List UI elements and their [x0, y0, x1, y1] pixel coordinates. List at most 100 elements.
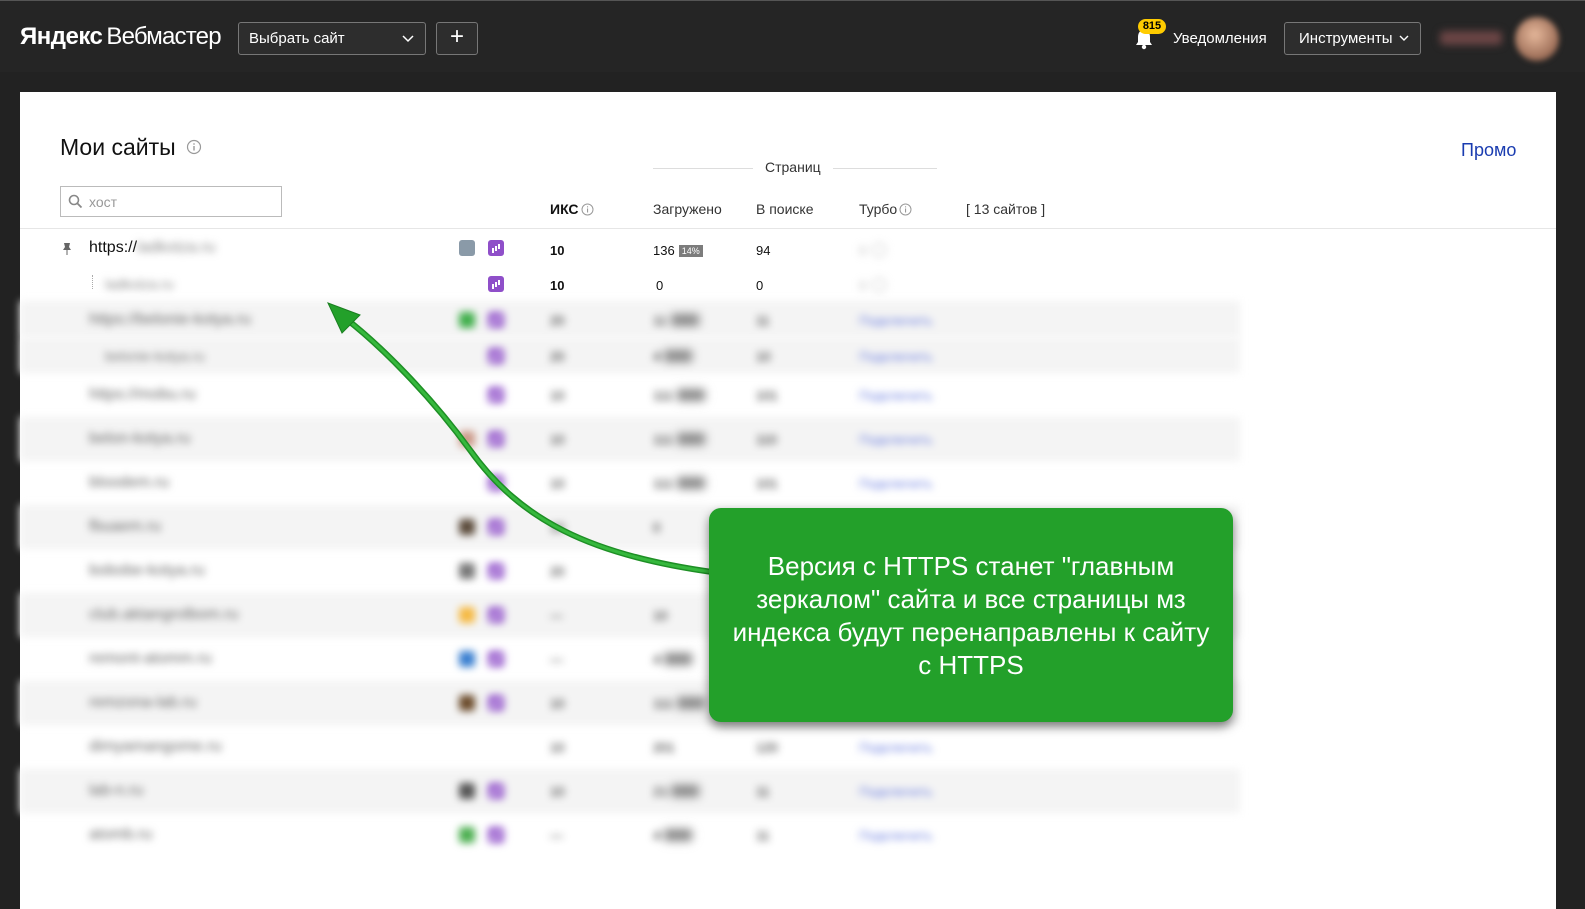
loaded-number: 21 — [653, 784, 668, 799]
avatar[interactable] — [1515, 17, 1559, 61]
favicon — [459, 519, 475, 535]
in-search-value: 10 — [756, 349, 771, 364]
favicon — [459, 783, 475, 799]
turbo-connect-link[interactable]: Подключить — [859, 313, 933, 328]
pin-icon[interactable] — [62, 242, 72, 256]
site-host[interactable]: dimyamangome.ru — [89, 738, 222, 756]
yandex-webmaster-logo[interactable]: Яндекс Вебмастер — [20, 23, 222, 51]
iks-value: 10 — [550, 476, 565, 491]
site-host[interactable]: https://mobu.ru — [89, 386, 196, 404]
metrika-icon[interactable] — [488, 240, 504, 256]
metrika-icon[interactable] — [488, 783, 504, 799]
in-search-value: 101 — [756, 476, 778, 491]
info-icon[interactable] — [581, 203, 594, 216]
turbo-connect-link[interactable]: Подключить — [859, 349, 933, 364]
loaded-bar — [664, 350, 693, 362]
iks-value: 20 — [550, 313, 565, 328]
loaded-number: 11 — [653, 313, 667, 328]
table-row[interactable]: ladkotza.ru 10 0 0 0 — [20, 265, 1240, 301]
host-search-field[interactable] — [60, 186, 282, 217]
tools-label: Инструменты — [1299, 30, 1393, 47]
tools-dropdown[interactable]: Инструменты — [1284, 22, 1421, 55]
metrika-icon[interactable] — [488, 695, 504, 711]
table-row[interactable]: atomb.ru — 4 11 Подключить — [20, 813, 1240, 857]
table-row[interactable]: bloodem.ru 10 111 101 Подключить — [20, 461, 1240, 505]
loaded-bar — [676, 389, 705, 401]
metrika-icon[interactable] — [488, 387, 504, 403]
site-host[interactable]: ladkotza.ru — [105, 276, 173, 292]
turbo-connect-link[interactable]: Подключить — [859, 740, 933, 755]
metrika-icon[interactable] — [488, 563, 504, 579]
site-host[interactable]: bobobe-kotya.ru — [89, 562, 205, 580]
metrika-icon[interactable] — [488, 312, 504, 328]
turbo-connect-link[interactable]: Подключить — [859, 388, 933, 403]
sites-count: [ 13 сайтов ] — [966, 201, 1046, 217]
metrika-icon[interactable] — [488, 651, 504, 667]
favicon — [459, 312, 475, 328]
turbo-connect-link[interactable]: Подключить — [859, 828, 933, 843]
host-protocol: https:// — [89, 239, 138, 256]
notifications-link[interactable]: Уведомления — [1173, 30, 1267, 47]
col-turbo[interactable]: Турбо — [859, 201, 912, 217]
loaded-bar — [671, 785, 700, 797]
info-icon[interactable] — [899, 203, 912, 216]
loaded-value: 136 14% — [653, 243, 703, 258]
metrika-icon[interactable] — [488, 827, 504, 843]
site-host[interactable]: fbuaem.ru — [89, 518, 161, 536]
info-icon[interactable] — [186, 139, 202, 155]
site-host[interactable]: https://ladkotza.ru — [89, 239, 215, 257]
host-search-input[interactable] — [89, 192, 274, 212]
add-site-button[interactable]: + — [436, 22, 478, 55]
table-row[interactable]: https://ladkotza.ru 10 136 14% 94 0 — [20, 229, 1240, 265]
table-row[interactable]: dimyamangome.ru 10 201 120 Подключить — [20, 725, 1240, 769]
site-host[interactable]: belonie-kotya.ru — [105, 348, 205, 364]
table-row[interactable]: belonie-kotya.ru 20 4 10 Подключить — [20, 337, 1240, 373]
turbo-connect-link[interactable]: Подключить — [859, 432, 933, 447]
webmaster-tools-icon[interactable] — [459, 240, 475, 256]
site-host[interactable]: bloodem.ru — [89, 474, 169, 492]
metrika-icon[interactable] — [488, 276, 504, 292]
table-row[interactable]: https://mobu.ru 10 111 101 Подключить — [20, 373, 1240, 417]
loaded-number: 4 — [653, 652, 661, 667]
favicon — [459, 431, 475, 447]
chevron-down-icon — [1399, 35, 1409, 41]
loaded-number: 4 — [653, 828, 661, 843]
turbo-connect-link[interactable]: Подключить — [859, 476, 933, 491]
in-search-value: 11 — [756, 313, 770, 328]
loaded-value: 0 — [656, 278, 664, 293]
iks-value: — — [550, 652, 563, 667]
table-row[interactable]: https://belonie-kotya.ru 20 11 11 Подклю… — [20, 301, 1240, 337]
iks-value: 10 — [550, 740, 565, 755]
turbo-value: 0 — [859, 243, 867, 258]
user-icon — [872, 278, 887, 292]
promo-link[interactable]: Промо — [1461, 140, 1516, 161]
table-row[interactable]: belon-kotya.ru 10 111 110 Подключить — [20, 417, 1240, 461]
loaded-value: 111 — [653, 388, 705, 403]
site-host[interactable]: belon-kotya.ru — [89, 430, 190, 448]
site-host[interactable]: atomb.ru — [89, 826, 152, 844]
col-loaded[interactable]: Загружено — [653, 201, 722, 217]
site-host[interactable]: lab-n.ru — [89, 782, 143, 800]
user-login-blurred[interactable] — [1440, 31, 1502, 45]
in-search-value: 11 — [756, 784, 770, 799]
loaded-value: 4 — [653, 349, 693, 364]
site-host[interactable]: remzona-lab.ru — [89, 694, 197, 712]
turbo-connect-link[interactable]: Подключить — [859, 784, 933, 799]
metrika-icon[interactable] — [488, 348, 504, 364]
chevron-down-icon — [402, 35, 414, 43]
table-row[interactable]: lab-n.ru 10 21 11 Подключить — [20, 769, 1240, 813]
col-in-search[interactable]: В поиске — [756, 201, 813, 217]
metrika-icon[interactable] — [488, 519, 504, 535]
annotation-callout: Версия с HTTPS станет "главным зеркалом"… — [709, 508, 1233, 722]
site-host[interactable]: https://belonie-kotya.ru — [89, 311, 251, 329]
select-site-dropdown[interactable]: Выбрать сайт — [238, 22, 426, 55]
metrika-icon[interactable] — [488, 431, 504, 447]
loaded-number: 4 — [653, 349, 661, 364]
col-iks[interactable]: ИКС — [550, 201, 594, 217]
loaded-value: 10 — [653, 608, 668, 623]
site-host[interactable]: remont-atomm.ru — [89, 650, 212, 668]
turbo-value: 0 — [859, 278, 867, 293]
metrika-icon[interactable] — [488, 475, 504, 491]
site-host[interactable]: club.aktangrolbom.ru — [89, 606, 238, 624]
metrika-icon[interactable] — [488, 607, 504, 623]
